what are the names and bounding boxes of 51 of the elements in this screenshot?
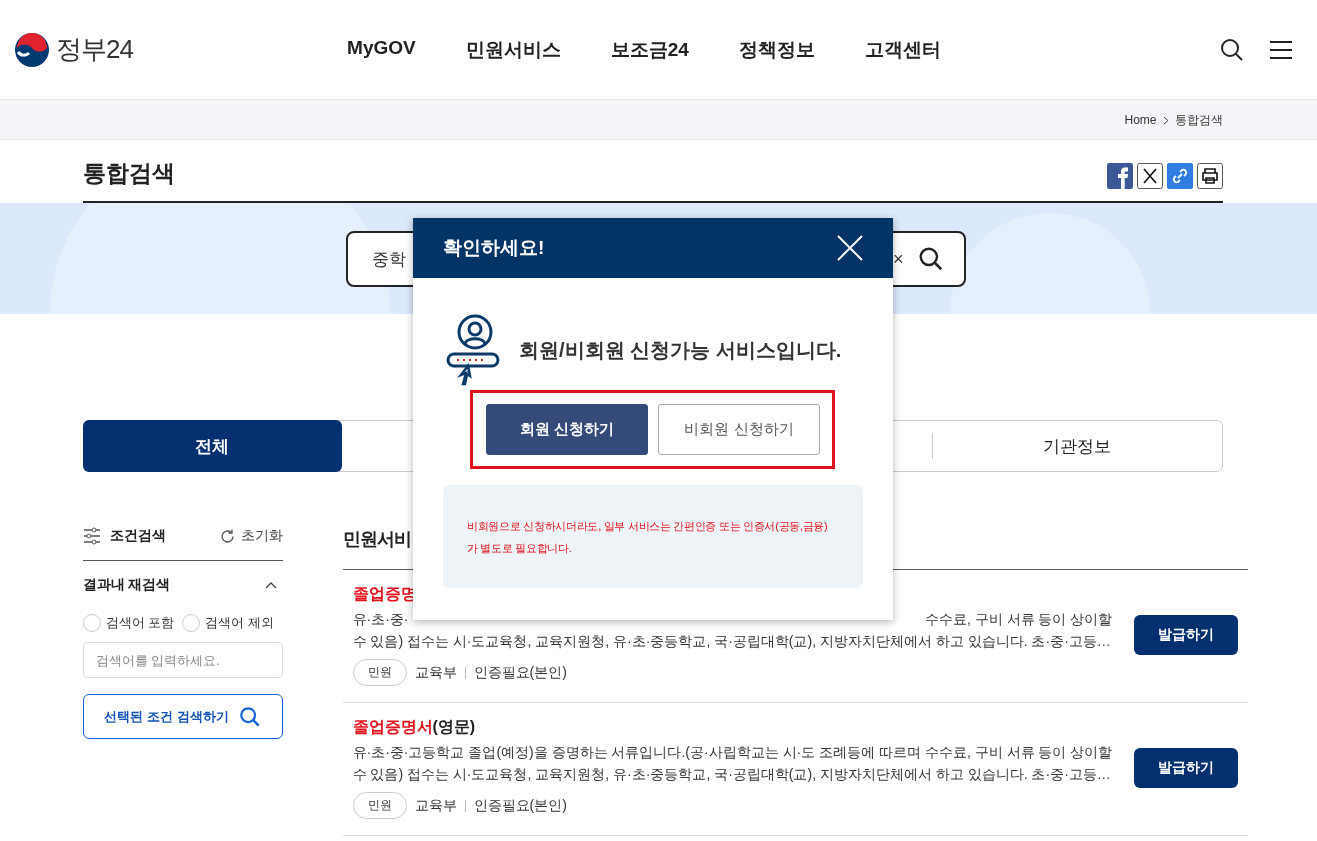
facebook-icon[interactable]: [1106, 162, 1133, 189]
chevron-right-icon: [1162, 115, 1169, 125]
breadcrumb-link[interactable]: Home: [1124, 113, 1157, 127]
breadcrumb-current: 통합검색: [1174, 111, 1223, 129]
filter-title: 조건검색: [109, 527, 166, 545]
logo-text[interactable]: 정부24: [56, 32, 133, 67]
search-icon[interactable]: [1220, 37, 1244, 62]
tab[interactable]: 전체: [82, 420, 342, 472]
print-icon[interactable]: [1196, 162, 1223, 189]
dialog-title: 확인하세요!: [443, 236, 545, 260]
link-icon[interactable]: [1166, 162, 1193, 189]
agency-label: 교육부: [414, 796, 457, 815]
result-description: 수수료, 구비 서류 등이 상이할: [924, 611, 1113, 629]
result-description: 수 있음) 접수는 시·도교육청, 교육지원청, 유·초·중등학교, 국·공립대학(교), 지방자치단체에서 하고 있습니다. 초·중·고등…: [352, 766, 1112, 784]
auth-label: 인증필요(본인): [473, 663, 567, 682]
close-icon[interactable]: [837, 235, 863, 261]
auth-label: 인증필요(본인): [473, 796, 567, 815]
logo-icon: [14, 31, 50, 68]
result-description: 유·초·중·: [352, 611, 409, 629]
issue-button[interactable]: 발급하기: [1134, 748, 1239, 788]
nav-link[interactable]: 민원서비스: [465, 36, 561, 63]
x-icon[interactable]: [1136, 162, 1163, 189]
keyword-input[interactable]: 검색어를 입력하세요.: [82, 642, 283, 678]
section-heading: 민원서비: [342, 527, 411, 570]
page-title: 통합검색: [82, 159, 175, 188]
filter-icon: [82, 527, 101, 545]
menu-icon[interactable]: [1270, 39, 1292, 60]
nav-link[interactable]: 보조금24: [610, 36, 689, 63]
tab[interactable]: 기관정보: [931, 433, 1222, 459]
notice-text: 비회원으로 신청하시더라도, 일부 서비스는 간편인증 또는 인증서(공동,금융) 가 별도로 필요합니다.: [467, 519, 828, 556]
search-icon[interactable]: [917, 246, 944, 272]
refresh-icon: [218, 527, 236, 545]
section-title: 결과내 재검색: [82, 576, 171, 594]
condition-search-button[interactable]: 선택된 조건 검색하기: [82, 694, 283, 739]
result-description: 유·초·중·고등학교 졸업(예정)을 증명하는 서류입니다.(공·사립학교는 시·도 조례등에 따르며 수수료, 구비 서류 등이 상이할: [352, 744, 1113, 762]
radio-label: 검색어 제외: [205, 614, 274, 632]
issue-button[interactable]: 발급하기: [1134, 615, 1239, 655]
nav-link[interactable]: 고객센터: [864, 36, 941, 63]
reset-button[interactable]: 초기화: [218, 527, 283, 545]
dialog-message: 회원/비회원 신청가능 서비스입니다.: [519, 337, 842, 363]
nav-link[interactable]: 정책정보: [738, 36, 815, 63]
apply-button[interactable]: 회원 신청하기: [486, 404, 648, 455]
apply-button[interactable]: 비회원 신청하기: [658, 404, 820, 455]
radio-label: 검색어 포함: [105, 614, 175, 632]
result-title[interactable]: 졸업증명서(영문): [352, 717, 1113, 738]
chevron-icon[interactable]: [264, 581, 277, 589]
result-description: 수 있음) 접수는 시·도교육청, 교육지원청, 유·초·중등학교, 국·공립대학(교), 지방자치단체에서 하고 있습니다. 초·중·고등…: [352, 633, 1112, 651]
clear-button[interactable]: ×: [893, 248, 904, 270]
agency-label: 교육부: [414, 663, 457, 682]
nav-link[interactable]: MyGOV: [347, 36, 416, 63]
search-icon: [238, 705, 261, 728]
